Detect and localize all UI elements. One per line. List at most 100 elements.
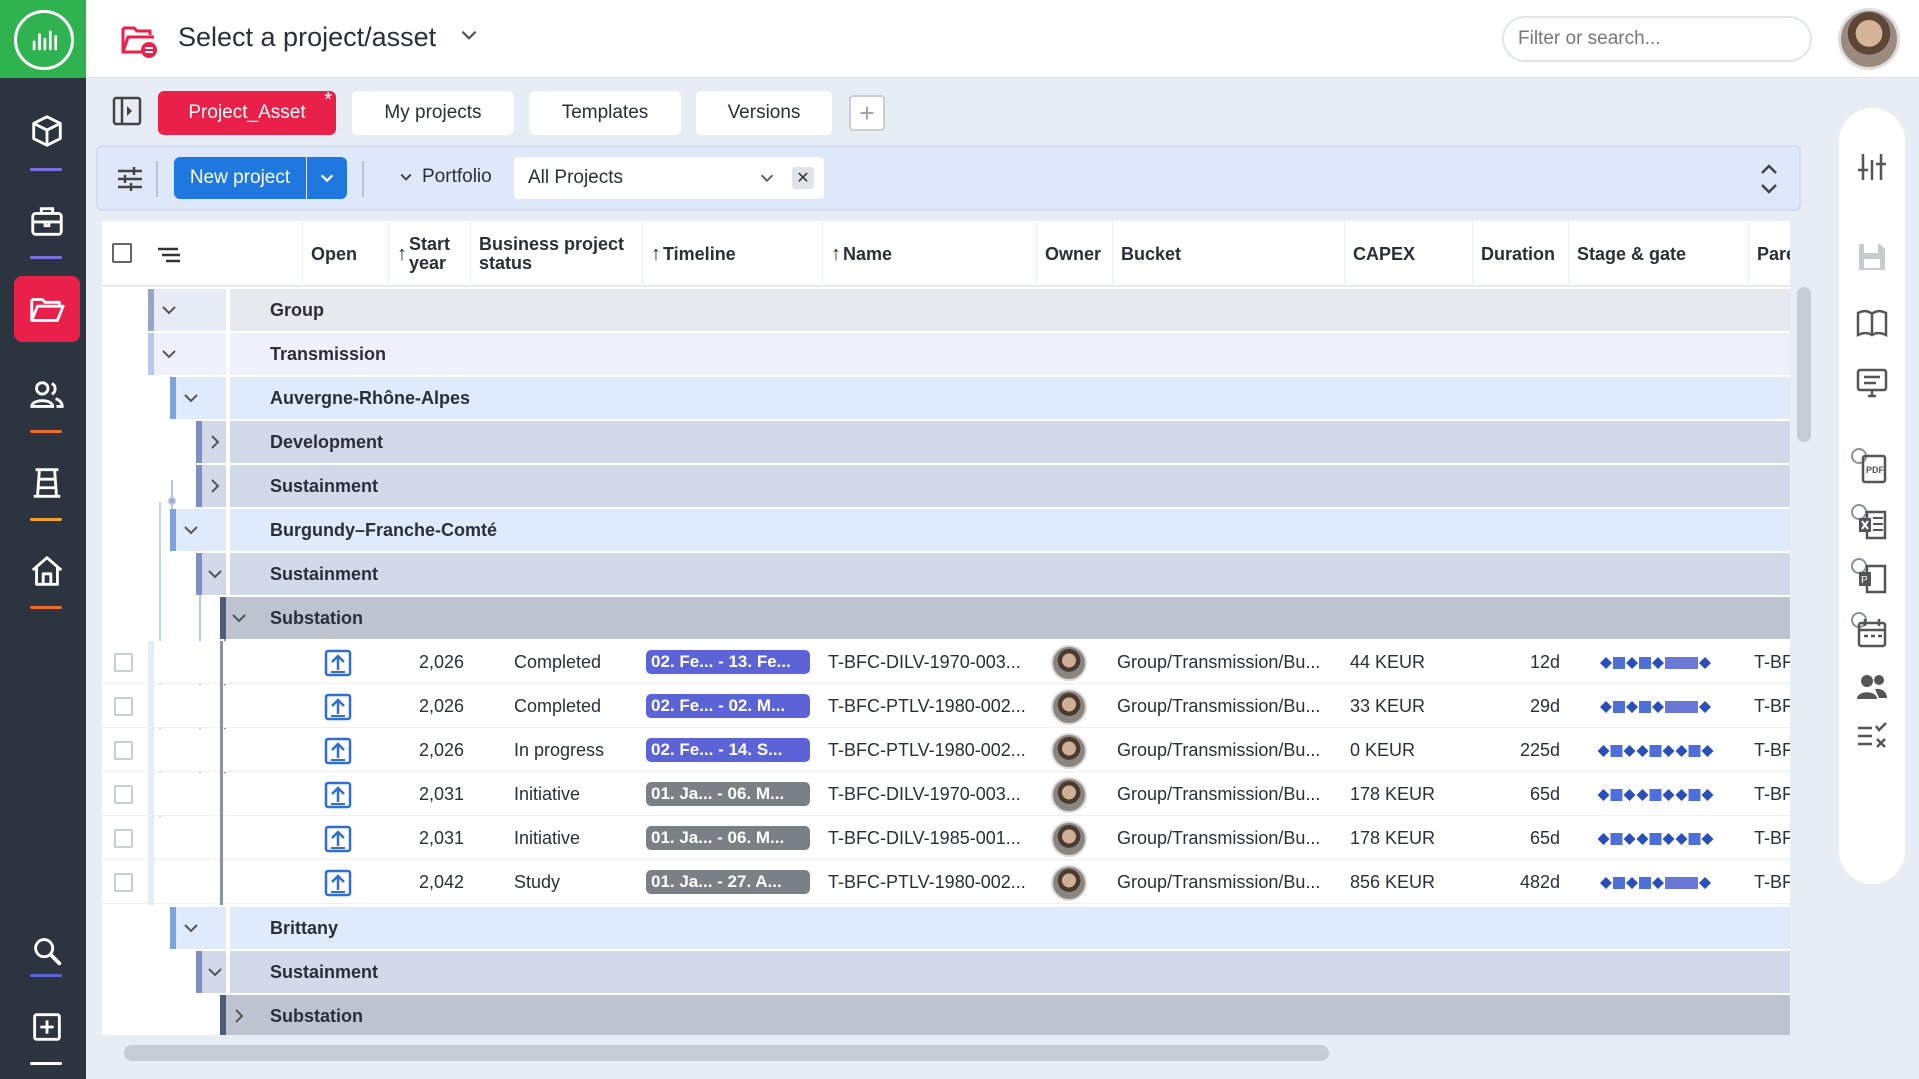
- column-owner[interactable]: Owner: [1036, 221, 1112, 287]
- new-project-dropdown[interactable]: [307, 157, 347, 199]
- chevron-down-icon[interactable]: [458, 24, 480, 46]
- nav-projects-folder-icon[interactable]: [14, 276, 80, 342]
- name-cell[interactable]: T-BFC-PTLV-1980-002...: [828, 696, 1026, 717]
- column-start-year[interactable]: ↑ Start year: [388, 221, 470, 287]
- column-stage-gate[interactable]: Stage & gate: [1568, 221, 1748, 287]
- chevron-down-icon[interactable]: [206, 565, 224, 583]
- column-duration[interactable]: Duration: [1472, 221, 1568, 287]
- filter-settings-icon[interactable]: [116, 165, 144, 193]
- group-row-burgundy[interactable]: Burgundy–Franche-Comté: [102, 509, 1790, 551]
- portfolio-select[interactable]: All Projects ✕: [514, 157, 824, 199]
- nav-add-icon[interactable]: [14, 994, 80, 1060]
- save-icon[interactable]: [1855, 240, 1889, 274]
- chevron-right-icon[interactable]: [230, 1007, 248, 1025]
- row-checkbox[interactable]: [114, 785, 133, 804]
- table-row[interactable]: 2,031 Initiative 01. Ja... - 06. M... T-BFC…: [102, 773, 1790, 817]
- table-row[interactable]: 2,042 Study 01. Ja... - 27. A... T-BFC-PTLV…: [102, 861, 1790, 905]
- group-row-brittany[interactable]: Brittany: [102, 907, 1790, 949]
- column-parent[interactable]: Pare: [1748, 221, 1790, 287]
- chevron-down-icon[interactable]: [182, 521, 200, 539]
- timeline-bar[interactable]: 02. Fe... - 13. Fe...: [646, 650, 810, 674]
- chevron-down-icon[interactable]: [160, 345, 178, 363]
- tab-project-asset[interactable]: Project_Asset *: [158, 89, 336, 135]
- name-cell[interactable]: T-BFC-DILV-1970-003...: [828, 784, 1021, 805]
- group-row-substation[interactable]: Substation: [102, 597, 1790, 639]
- nav-home-icon[interactable]: [14, 538, 80, 604]
- sort-settings-icon[interactable]: [1855, 150, 1889, 184]
- row-checkbox[interactable]: [114, 697, 133, 716]
- vertical-scrollbar[interactable]: [1797, 287, 1811, 442]
- owner-avatar[interactable]: [1051, 645, 1087, 681]
- chevron-down-icon[interactable]: [182, 919, 200, 937]
- owner-avatar[interactable]: [1051, 733, 1087, 769]
- chevron-right-icon[interactable]: [206, 477, 224, 495]
- row-checkbox[interactable]: [114, 873, 133, 892]
- portfolio-filter-toggle[interactable]: Portfolio: [398, 166, 492, 188]
- table-row[interactable]: 2,026 Completed 02. Fe... - 02. M... T-BFC-…: [102, 685, 1790, 729]
- table-row[interactable]: 2,031 Initiative 01. Ja... - 06. M... T-BFC…: [102, 817, 1790, 861]
- calendar-export-icon[interactable]: [1855, 616, 1889, 650]
- project-selector[interactable]: Select a project/asset: [178, 22, 436, 53]
- group-row-development[interactable]: Development: [102, 421, 1790, 463]
- app-logo-icon[interactable]: [14, 10, 74, 70]
- group-row-auvergne[interactable]: Auvergne-Rhône-Alpes: [102, 377, 1790, 419]
- timeline-bar[interactable]: 01. Ja... - 06. M...: [646, 782, 810, 806]
- group-row-sustainment[interactable]: Sustainment: [102, 553, 1790, 595]
- search-input[interactable]: [1502, 16, 1812, 62]
- chevron-down-icon[interactable]: [182, 389, 200, 407]
- column-name[interactable]: ↑ Name: [822, 221, 1036, 287]
- column-timeline[interactable]: ↑ Timeline: [642, 221, 822, 287]
- timeline-bar[interactable]: 01. Ja... - 27. A...: [646, 870, 810, 894]
- nav-tower-icon[interactable]: [14, 450, 80, 516]
- owner-avatar[interactable]: [1051, 777, 1087, 813]
- select-all-checkbox[interactable]: [112, 243, 132, 263]
- column-bucket[interactable]: Bucket: [1112, 221, 1344, 287]
- open-project-icon[interactable]: [324, 781, 352, 809]
- project-export-icon[interactable]: P: [1855, 562, 1889, 596]
- pdf-export-icon[interactable]: PDF: [1855, 452, 1889, 486]
- task-list-icon[interactable]: [1855, 720, 1889, 754]
- group-row-substation[interactable]: Substation: [102, 995, 1790, 1035]
- owner-avatar[interactable]: [1051, 865, 1087, 901]
- new-project-button[interactable]: New project: [174, 157, 306, 199]
- nav-portfolio-briefcase-icon[interactable]: [14, 188, 80, 254]
- timeline-bar[interactable]: 02. Fe... - 02. M...: [646, 694, 810, 718]
- clear-filter-button[interactable]: ✕: [792, 167, 814, 189]
- owner-avatar[interactable]: [1051, 689, 1087, 725]
- tab-my-projects[interactable]: My projects: [352, 91, 514, 135]
- open-project-icon[interactable]: [324, 737, 352, 765]
- table-row[interactable]: 2,026 Completed 02. Fe... - 13. Fe... T-BFC…: [102, 641, 1790, 685]
- group-row-sustainment[interactable]: Sustainment: [102, 465, 1790, 507]
- expand-collapse-icon[interactable]: [1756, 161, 1782, 197]
- sidebar-toggle-icon[interactable]: [112, 96, 142, 126]
- chevron-down-icon[interactable]: [160, 301, 178, 319]
- open-project-icon[interactable]: [324, 649, 352, 677]
- book-icon[interactable]: [1855, 306, 1889, 340]
- name-cell[interactable]: T-BFC-DILV-1970-003...: [828, 652, 1021, 673]
- column-capex[interactable]: CAPEX: [1344, 221, 1472, 287]
- add-tab-icon[interactable]: +: [849, 95, 885, 131]
- name-cell[interactable]: T-BFC-PTLV-1980-002...: [828, 740, 1026, 761]
- group-row-group[interactable]: Group: [102, 289, 1790, 331]
- group-row-transmission[interactable]: Transmission: [102, 333, 1790, 375]
- row-checkbox[interactable]: [114, 653, 133, 672]
- row-checkbox[interactable]: [114, 829, 133, 848]
- chevron-down-icon[interactable]: [206, 963, 224, 981]
- owner-avatar[interactable]: [1051, 821, 1087, 857]
- name-cell[interactable]: T-BFC-DILV-1985-001...: [828, 828, 1021, 849]
- row-checkbox[interactable]: [114, 741, 133, 760]
- timeline-bar[interactable]: 02. Fe... - 14. S...: [646, 738, 810, 762]
- excel-export-icon[interactable]: [1855, 508, 1889, 542]
- open-project-icon[interactable]: [324, 825, 352, 853]
- presentation-icon[interactable]: [1855, 366, 1889, 400]
- nav-assets-cube-icon[interactable]: [14, 98, 80, 164]
- group-row-sustainment[interactable]: Sustainment: [102, 951, 1790, 993]
- user-avatar[interactable]: [1838, 8, 1900, 70]
- horizontal-scrollbar[interactable]: [124, 1045, 1329, 1061]
- nav-people-icon[interactable]: [14, 362, 80, 428]
- column-business-status[interactable]: Business project status: [470, 221, 642, 287]
- name-cell[interactable]: T-BFC-PTLV-1980-002...: [828, 872, 1026, 893]
- tab-versions[interactable]: Versions: [696, 91, 832, 135]
- column-menu-icon[interactable]: [156, 245, 182, 265]
- open-project-icon[interactable]: [324, 869, 352, 897]
